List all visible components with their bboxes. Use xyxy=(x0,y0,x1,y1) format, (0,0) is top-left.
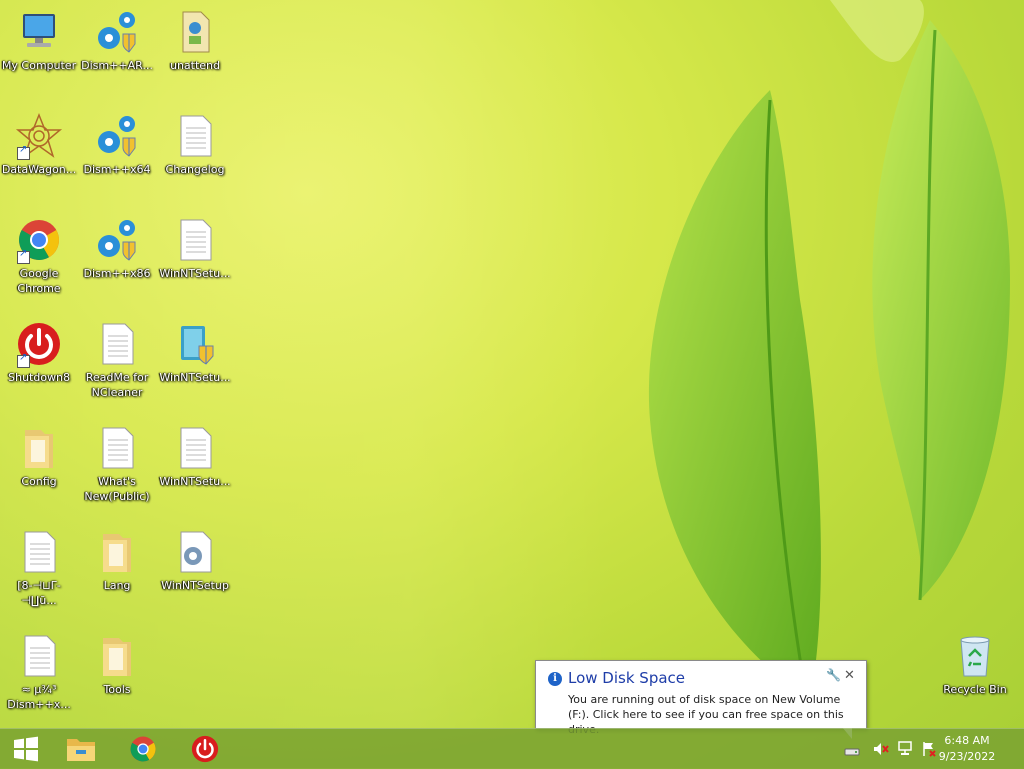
taskbar-google-chrome[interactable] xyxy=(117,729,169,769)
start-button[interactable] xyxy=(0,729,52,769)
gears-shield-icon xyxy=(93,112,141,160)
desktop-icon-label: WinNTSetu... xyxy=(159,475,231,488)
desktop-icon-tools[interactable]: Tools xyxy=(78,632,156,697)
shortcut-arrow-icon xyxy=(17,144,30,160)
notification-title: Low Disk Space xyxy=(568,669,686,687)
desktop-icon-whats-new[interactable]: What's New(Public) xyxy=(78,424,156,504)
desktop-icon-label: My Computer xyxy=(1,59,77,72)
document-icon xyxy=(15,632,63,680)
network-icon[interactable] xyxy=(894,729,916,769)
desktop-icon-label: Dism++AR... xyxy=(81,59,153,72)
desktop-icon-label: WinNTSetup xyxy=(161,579,229,592)
desktop-icon-datawagon[interactable]: DataWagon... xyxy=(0,112,78,177)
desktop-icon-label: What's New(Public) xyxy=(84,475,150,503)
chrome-icon xyxy=(130,736,156,762)
clock-date: 9/23/2022 xyxy=(938,750,996,763)
document-icon xyxy=(171,424,219,472)
clock-time: 6:48 AM xyxy=(944,734,990,747)
desktop-icon-label: [8-⊣⊔Γ-⊣∐ū... xyxy=(17,579,61,607)
desktop-icon-dism-file[interactable]: ≈ µ¾³ Dism++x... xyxy=(0,632,78,712)
file-explorer-icon xyxy=(67,739,95,761)
desktop-icon-winntsetup-2[interactable]: WinNTSetu... xyxy=(156,320,234,385)
taskbar-shutdown8[interactable] xyxy=(179,729,231,769)
folder-icon xyxy=(93,632,141,680)
desktop-icon-unattend[interactable]: unattend xyxy=(156,8,234,73)
desktop-icon-label: Tools xyxy=(103,683,131,696)
shortcut-arrow-icon xyxy=(17,352,30,368)
settings-file-icon xyxy=(171,528,219,576)
gears-shield-icon xyxy=(93,216,141,264)
document-icon xyxy=(93,424,141,472)
desktop-icon-dism-ar[interactable]: Dism++AR... xyxy=(78,8,156,73)
taskbar: 6:48 AM 9/23/2022 xyxy=(0,728,1024,769)
taskbar-clock[interactable]: 6:48 AM 9/23/2022 xyxy=(932,733,1002,765)
taskbar-file-explorer[interactable] xyxy=(55,729,107,769)
desktop-icon-google-chrome[interactable]: Google Chrome xyxy=(0,216,78,296)
desktop-icon-label: Google Chrome xyxy=(17,267,61,295)
desktop-icon-label: DataWagon... xyxy=(1,163,77,176)
desktop-icon-recycle-bin[interactable]: Recycle Bin xyxy=(936,632,1014,697)
desktop-icon-label: Shutdown8 xyxy=(8,371,70,384)
desktop-icon-winntsetup-3[interactable]: WinNTSetu... xyxy=(156,424,234,489)
tray-drive-icon[interactable] xyxy=(841,729,863,769)
desktop-icon-my-computer[interactable]: My Computer xyxy=(0,8,78,73)
document-icon xyxy=(15,528,63,576)
desktop-icon-winntsetup-1[interactable]: WinNTSetu... xyxy=(156,216,234,281)
power-icon xyxy=(15,320,63,368)
gears-shield-icon xyxy=(93,8,141,56)
shortcut-arrow-icon xyxy=(17,248,30,264)
desktop-icon-changelog[interactable]: Changelog xyxy=(156,112,234,177)
desktop-icon-label: unattend xyxy=(169,59,221,72)
power-icon xyxy=(191,735,219,763)
desktop-icon-text-file[interactable]: [8-⊣⊔Γ-⊣∐ū... xyxy=(0,528,78,608)
desktop-icon-winntsetup-config[interactable]: WinNTSetup xyxy=(156,528,234,593)
desktop-icon-config[interactable]: Config xyxy=(0,424,78,489)
info-icon: i xyxy=(548,672,562,686)
desktop-icon-lang[interactable]: Lang xyxy=(78,528,156,593)
desktop-icon-label: Dism++x86 xyxy=(83,267,151,280)
options-wrench-icon[interactable]: 🔧 xyxy=(826,668,841,682)
desktop-icon-label: Dism++x64 xyxy=(83,163,151,176)
desktop-icon-dism-x64[interactable]: Dism++x64 xyxy=(78,112,156,177)
folder-icon xyxy=(15,424,63,472)
xml-document-icon xyxy=(171,8,219,56)
volume-muted-icon[interactable] xyxy=(870,729,892,769)
document-icon xyxy=(171,112,219,160)
desktop-icon-label: ≈ µ¾³ Dism++x... xyxy=(7,683,71,711)
low-disk-space-notification[interactable]: i Low Disk Space 🔧 ✕ You are running out… xyxy=(535,660,867,739)
desktop-icon-readme-ncleaner[interactable]: ReadMe for NCleaner xyxy=(78,320,156,400)
windows-logo-icon xyxy=(14,736,38,762)
star-ornament-icon xyxy=(15,112,63,160)
desktop-icon-label: Lang xyxy=(103,579,131,592)
desktop-icon-shutdown8[interactable]: Shutdown8 xyxy=(0,320,78,385)
desktop-icon-label: Changelog xyxy=(165,163,225,176)
desktop-icon-label: Config xyxy=(21,475,57,488)
desktop-icon-label: WinNTSetu... xyxy=(159,267,231,280)
computer-icon xyxy=(15,8,63,56)
recycle-bin-icon xyxy=(951,632,999,680)
desktop-icon-label: Recycle Bin xyxy=(943,683,1007,696)
desktop-icon-label: WinNTSetu... xyxy=(159,371,231,384)
document-icon xyxy=(93,320,141,368)
desktop-icon-label: ReadMe for NCleaner xyxy=(85,371,149,399)
chrome-icon xyxy=(15,216,63,264)
document-icon xyxy=(171,216,219,264)
desktop-icon-dism-x86[interactable]: Dism++x86 xyxy=(78,216,156,281)
folder-icon xyxy=(93,528,141,576)
installer-shield-icon xyxy=(171,320,219,368)
close-icon[interactable]: ✕ xyxy=(844,668,855,683)
